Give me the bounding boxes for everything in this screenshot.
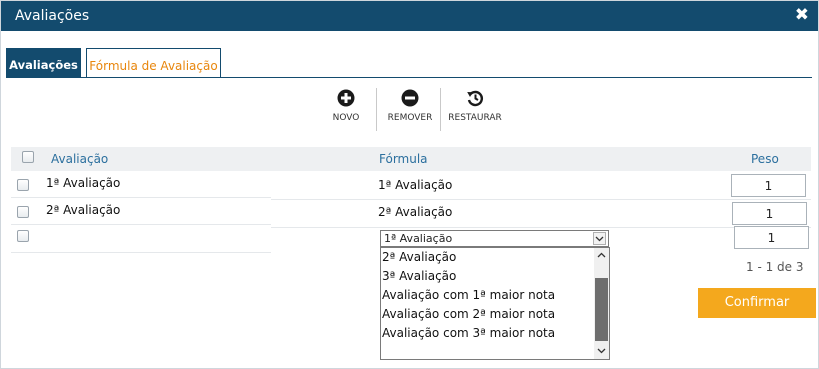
dropdown-option[interactable]: 3ª Avaliação <box>382 269 456 283</box>
peso-input[interactable]: 1 <box>732 202 807 225</box>
column-header-peso[interactable]: Peso <box>751 152 779 166</box>
row-divider <box>271 227 811 228</box>
dialog-title: Avaliações <box>15 8 90 24</box>
toolbar-separator <box>440 88 441 131</box>
peso-input[interactable]: 1 <box>731 174 806 197</box>
restaurar-button[interactable]: RESTAURAR <box>447 89 503 123</box>
restaurar-label: RESTAURAR <box>448 113 502 123</box>
formula-select-value: 1ª Avaliação <box>384 232 453 245</box>
remover-button[interactable]: REMOVER <box>386 89 434 123</box>
plus-circle-icon <box>337 89 355 107</box>
novo-label: NOVO <box>332 113 360 123</box>
close-icon[interactable]: ✖ <box>795 5 809 25</box>
row-divider <box>11 224 271 225</box>
select-all-checkbox[interactable] <box>22 151 34 163</box>
dropdown-option[interactable]: Avaliação com 1ª maior nota <box>382 288 555 302</box>
chevron-down-icon[interactable] <box>593 232 606 245</box>
column-header-formula[interactable]: Fórmula <box>379 152 428 166</box>
tab-divider <box>6 77 812 78</box>
restore-history-icon <box>467 90 484 107</box>
row-formula: 2ª Avaliação <box>378 205 453 219</box>
grid-header: Avaliação Fórmula Peso <box>11 147 811 171</box>
row-divider <box>271 199 811 200</box>
row-checkbox[interactable] <box>17 230 29 242</box>
novo-button[interactable]: NOVO <box>329 89 363 123</box>
peso-input[interactable]: 1 <box>734 226 809 249</box>
dialog-titlebar: Avaliações ✖ <box>1 1 818 31</box>
scroll-up-icon[interactable] <box>596 250 607 261</box>
scrollbar-thumb[interactable] <box>595 278 608 341</box>
dropdown-option[interactable]: 2ª Avaliação <box>382 250 456 264</box>
row-checkbox[interactable] <box>17 206 29 218</box>
scroll-down-icon[interactable] <box>596 345 607 356</box>
tab-avaliacoes[interactable]: Avaliações <box>6 48 81 77</box>
minus-circle-icon <box>401 89 419 107</box>
dropdown-option[interactable]: Avaliação com 2ª maior nota <box>382 307 555 321</box>
dropdown-scrollbar[interactable] <box>594 248 609 359</box>
row-formula: 1ª Avaliação <box>378 178 453 192</box>
formula-dropdown-list: 2ª Avaliação 3ª Avaliação Avaliação com … <box>380 247 610 360</box>
row-checkbox[interactable] <box>17 179 29 191</box>
row-divider <box>11 197 271 198</box>
dropdown-option[interactable]: Avaliação com 3ª maior nota <box>382 326 555 340</box>
avaliacoes-dialog: Avaliações ✖ Avaliações Fórmula de Avali… <box>0 0 819 369</box>
confirm-button[interactable]: Confirmar <box>698 288 816 318</box>
row-avaliacao: 2ª Avaliação <box>46 203 121 217</box>
row-divider <box>11 252 271 253</box>
row-avaliacao: 1ª Avaliação <box>46 176 121 190</box>
column-header-avaliacao[interactable]: Avaliação <box>51 152 108 166</box>
tab-formula-de-avaliacao[interactable]: Fórmula de Avaliação <box>86 48 221 77</box>
pagination-info: 1 - 1 de 3 <box>746 260 804 274</box>
formula-select[interactable]: 1ª Avaliação <box>380 230 609 247</box>
remover-label: REMOVER <box>387 113 433 123</box>
toolbar-separator <box>376 88 377 131</box>
